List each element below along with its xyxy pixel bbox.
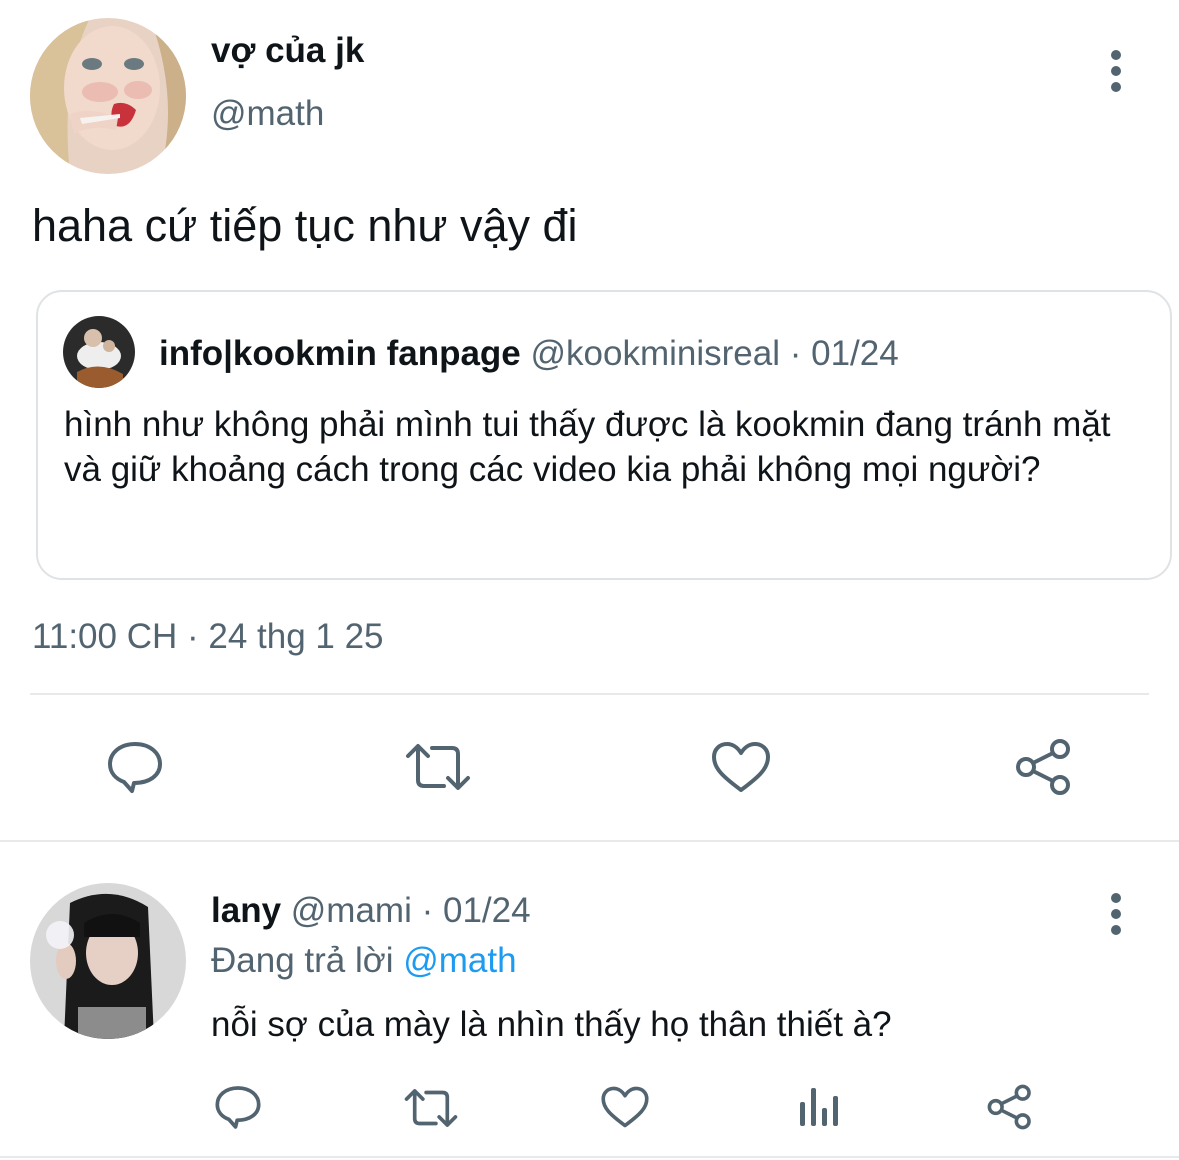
quoted-tweet-text: hình như không phải mình tui thấy được l… bbox=[64, 405, 1111, 489]
divider bbox=[30, 693, 1149, 695]
more-vertical-icon[interactable] bbox=[1106, 50, 1126, 98]
replying-to-label: Đang trả lời bbox=[211, 941, 394, 980]
main-tweet-text: haha cứ tiếp tục như vậy đi bbox=[32, 200, 578, 251]
more-vertical-icon[interactable] bbox=[1106, 893, 1126, 941]
main-tweet-display-name[interactable]: vợ của jk bbox=[211, 30, 364, 72]
main-tweet-avatar[interactable] bbox=[30, 18, 186, 174]
like-icon[interactable] bbox=[710, 740, 772, 794]
replying-to-handle[interactable]: @math bbox=[403, 941, 516, 980]
reply-icon[interactable] bbox=[214, 1084, 262, 1130]
reply-display-name[interactable]: lany bbox=[211, 891, 281, 930]
views-icon[interactable] bbox=[798, 1084, 840, 1128]
bottom-divider bbox=[0, 1156, 1179, 1158]
reply-separator: · bbox=[421, 891, 434, 930]
quoted-tweet-avatar[interactable] bbox=[63, 316, 135, 388]
reply-icon[interactable] bbox=[106, 740, 164, 794]
main-tweet-timestamp[interactable]: 11:00 CH · 24 thg 1 25 bbox=[32, 616, 384, 658]
main-tweet-handle[interactable]: @math bbox=[211, 93, 324, 135]
like-icon[interactable] bbox=[600, 1084, 650, 1130]
share-icon[interactable] bbox=[1014, 738, 1074, 796]
quoted-tweet-date[interactable]: 01/24 bbox=[811, 334, 899, 373]
section-divider bbox=[0, 840, 1179, 842]
quoted-tweet-handle[interactable]: @kookminisreal bbox=[531, 334, 781, 373]
retweet-icon[interactable] bbox=[404, 740, 472, 794]
reply-header: lany @mami · 01/24 bbox=[211, 890, 531, 932]
quoted-tweet-header: info|kookmin fanpage @kookminisreal · 01… bbox=[159, 334, 899, 374]
reply-handle[interactable]: @mami bbox=[291, 891, 412, 930]
retweet-icon[interactable] bbox=[402, 1086, 460, 1130]
reply-date[interactable]: 01/24 bbox=[443, 891, 531, 930]
quoted-tweet-separator: · bbox=[789, 334, 802, 373]
replying-to: Đang trả lời @math bbox=[211, 940, 517, 982]
share-icon[interactable] bbox=[986, 1084, 1034, 1130]
reply-text: nỗi sợ của mày là nhìn thấy họ thân thiế… bbox=[211, 1005, 892, 1044]
quoted-tweet-display-name[interactable]: info|kookmin fanpage bbox=[159, 334, 521, 373]
reply-avatar[interactable] bbox=[30, 883, 186, 1039]
